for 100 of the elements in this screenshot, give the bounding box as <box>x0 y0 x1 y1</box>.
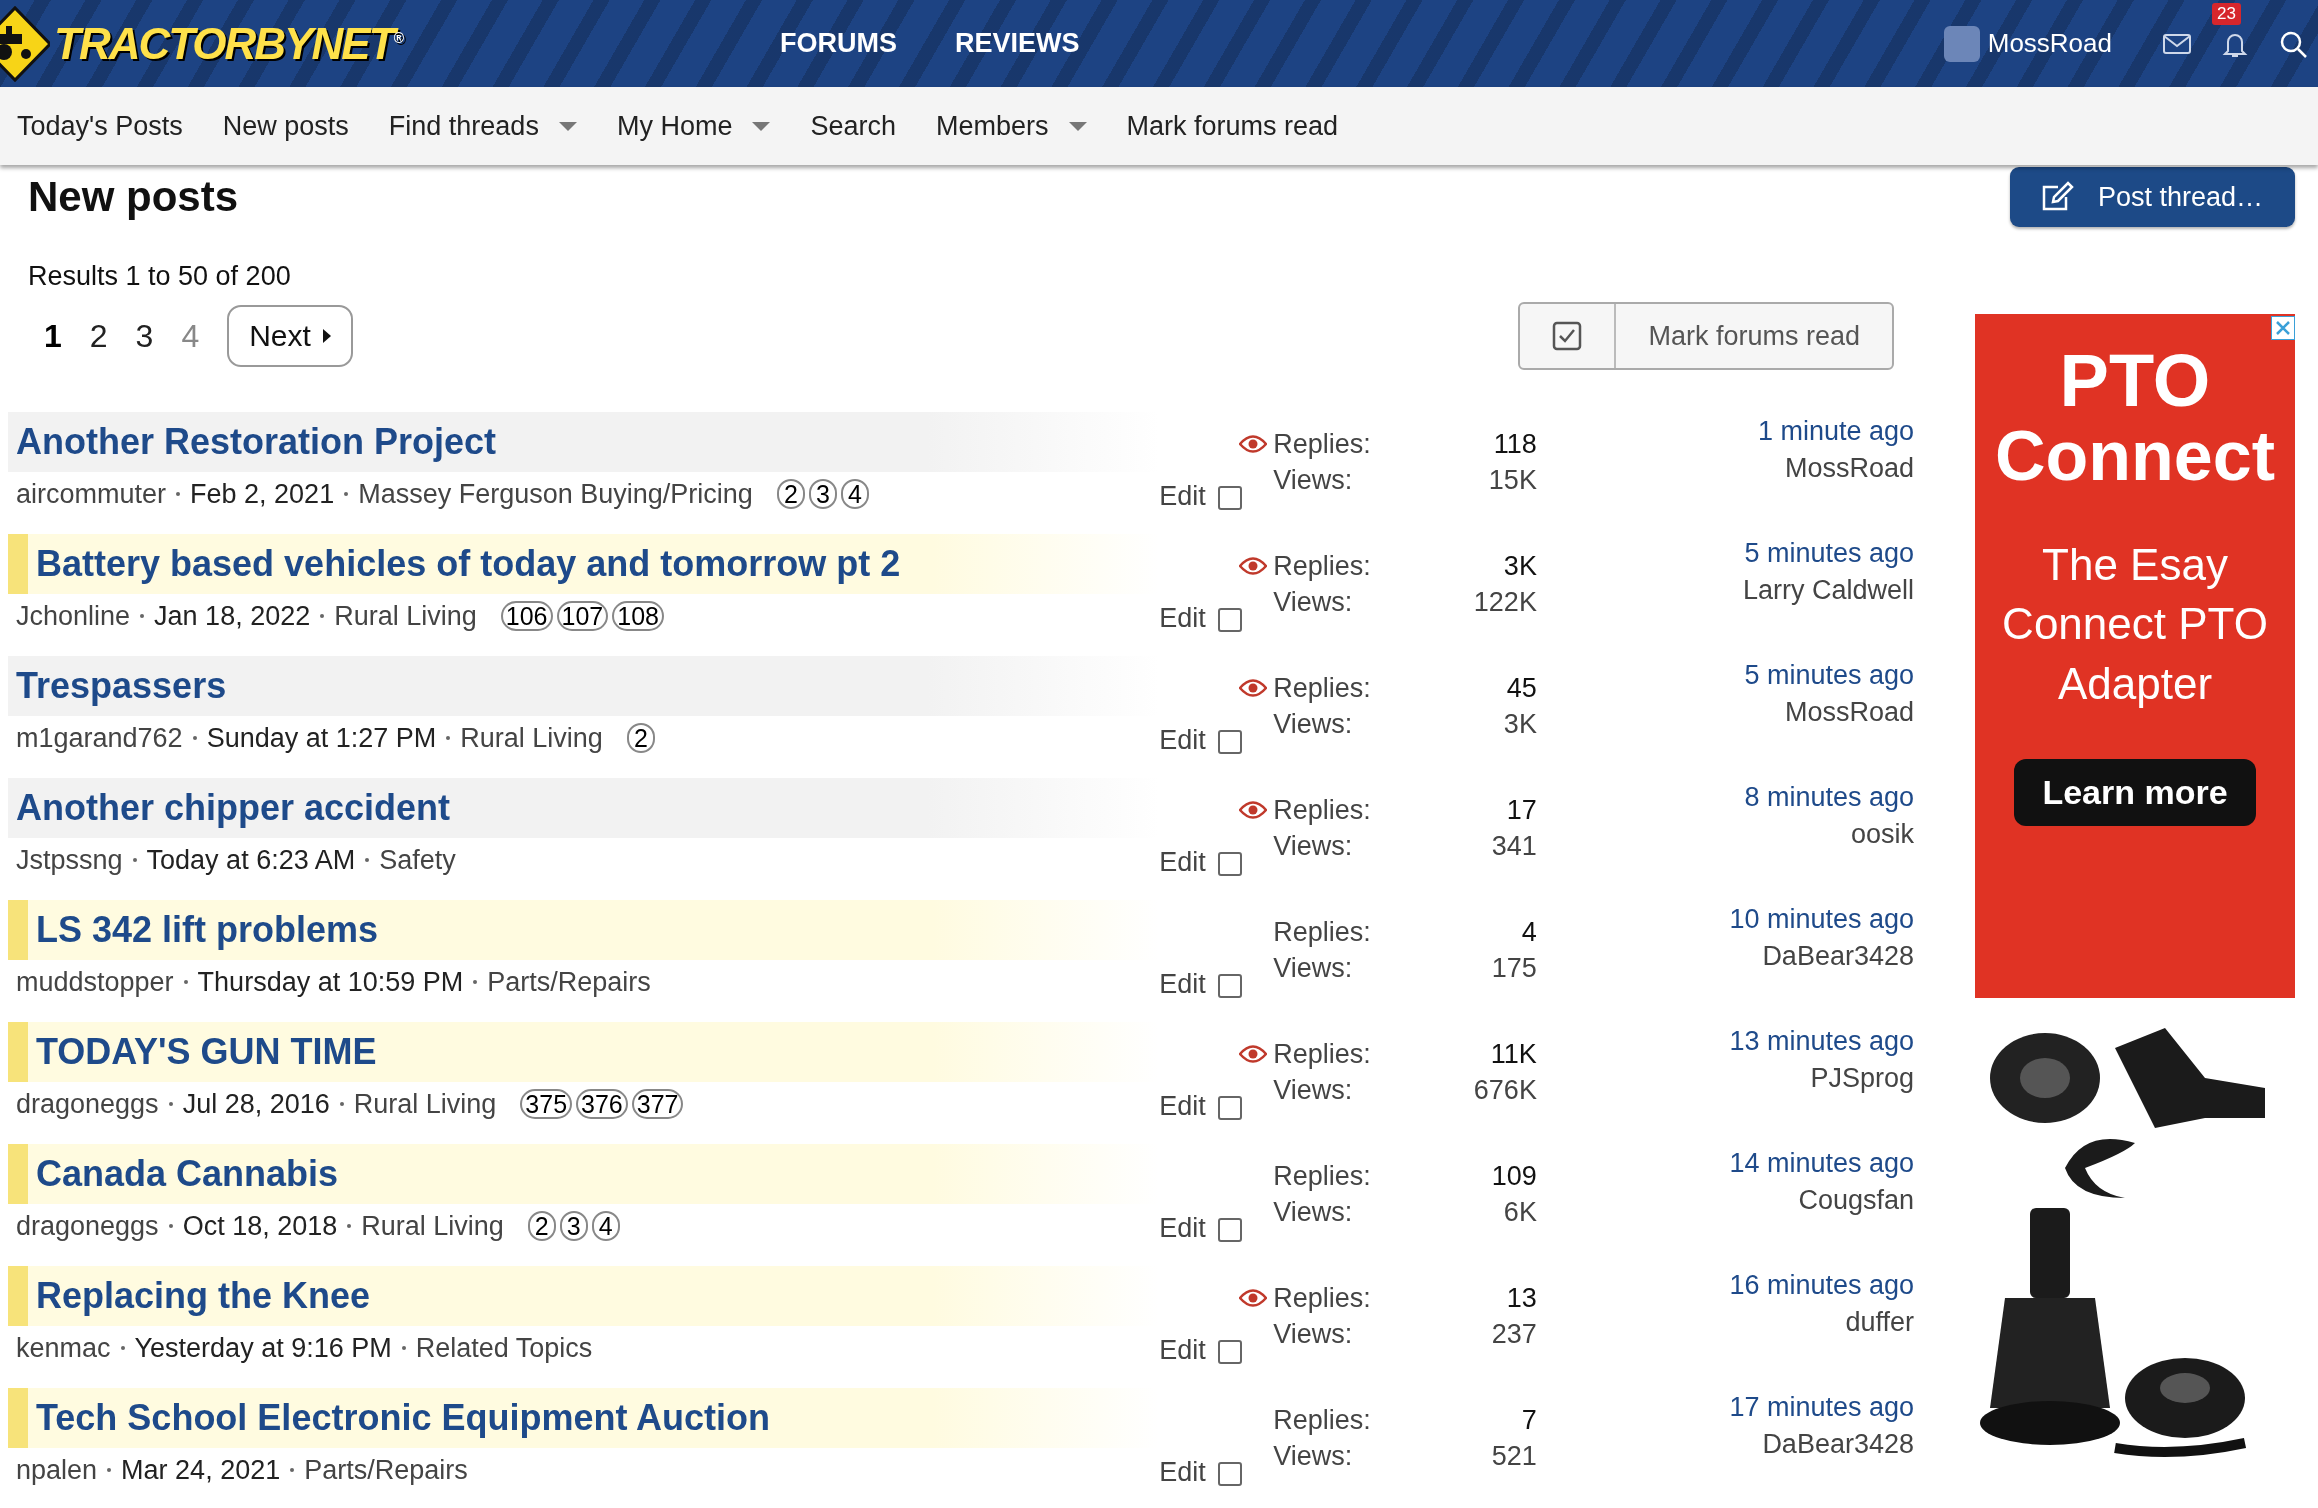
edit-link[interactable]: Edit <box>1159 1457 1206 1488</box>
page-link[interactable]: 4 <box>181 317 200 355</box>
select-checkbox[interactable] <box>1217 730 1242 754</box>
page-link[interactable]: 1 <box>44 317 62 355</box>
author-link[interactable]: dragoneggs <box>16 1088 159 1120</box>
page-jump-link[interactable]: 4 <box>840 479 869 509</box>
tractor-sign-icon[interactable] <box>0 3 50 84</box>
select-checkbox[interactable] <box>1217 1096 1242 1120</box>
select-checkbox[interactable] <box>1217 1218 1242 1242</box>
caret-icon[interactable] <box>1068 121 1087 131</box>
last-poster-link[interactable]: MossRoad <box>1784 453 1914 484</box>
last-post-time-link[interactable]: 16 minutes ago <box>1729 1270 1914 1301</box>
mail-icon[interactable] <box>2162 31 2192 56</box>
subnav-link[interactable]: Members <box>935 110 1049 142</box>
last-post-time-link[interactable]: 17 minutes ago <box>1729 1392 1914 1423</box>
last-post-time-link[interactable]: 5 minutes ago <box>1744 660 1914 691</box>
ad-banner[interactable]: PTO Connect The Esay Connect PTO Adapter Learn more <box>1975 314 2295 998</box>
forum-link[interactable]: Rural Living <box>353 1088 497 1120</box>
author-link[interactable]: Jstpssng <box>16 844 123 876</box>
page-jump-link[interactable]: 4 <box>591 1211 620 1241</box>
forum-link[interactable]: Rural Living <box>460 722 603 754</box>
last-poster-link[interactable]: duffer <box>1845 1307 1914 1338</box>
subnav-link[interactable]: Mark forums read <box>1126 110 1339 142</box>
subnav-link[interactable]: My Home <box>616 110 733 142</box>
last-poster-link[interactable]: Larry Caldwell <box>1742 575 1914 606</box>
page-jump-link[interactable]: 107 <box>556 601 609 631</box>
author-link[interactable]: muddstopper <box>16 966 174 998</box>
forum-link[interactable]: Related Topics <box>415 1332 593 1364</box>
forum-link[interactable]: Parts/Repairs <box>487 966 651 998</box>
last-poster-link[interactable]: oosik <box>1850 819 1914 850</box>
forum-link[interactable]: Rural Living <box>334 600 477 632</box>
nav-link[interactable]: REVIEWS <box>955 28 1080 59</box>
author-link[interactable]: dragoneggs <box>16 1210 159 1242</box>
author-link[interactable]: kenmac <box>16 1332 111 1364</box>
thread-title-link[interactable]: Another chipper accident <box>16 787 451 829</box>
subnav-link[interactable]: Today's Posts <box>17 110 183 142</box>
thread-title-link[interactable]: Canada Cannabis <box>36 1153 339 1195</box>
page-jump-link[interactable]: 106 <box>500 601 553 631</box>
forum-link[interactable]: Massey Ferguson Buying/Pricing <box>358 478 753 510</box>
thread-title-link[interactable]: Another Restoration Project <box>16 421 497 463</box>
last-poster-link[interactable]: MossRoad <box>1784 697 1914 728</box>
page-jump-link[interactable]: 3 <box>559 1211 588 1241</box>
subnav-link[interactable]: Find threads <box>388 110 539 142</box>
edit-link[interactable]: Edit <box>1159 1213 1206 1244</box>
author-link[interactable]: m1garand762 <box>16 722 183 754</box>
page-jump-link[interactable]: 376 <box>576 1089 628 1119</box>
last-poster-link[interactable]: DaBear3428 <box>1762 941 1914 972</box>
last-poster-link[interactable]: DaBear3428 <box>1762 1429 1914 1460</box>
last-post-time-link[interactable]: 1 minute ago <box>1757 416 1914 447</box>
nav-link[interactable]: FORUMS <box>780 28 897 59</box>
close-icon[interactable] <box>2271 316 2295 340</box>
subnav-link[interactable]: Search <box>810 110 896 142</box>
forum-link[interactable]: Rural Living <box>361 1210 504 1242</box>
avatar[interactable] <box>1943 25 1980 62</box>
author-link[interactable]: npalen <box>16 1454 98 1486</box>
forum-link[interactable]: Parts/Repairs <box>304 1454 468 1486</box>
thread-title-link[interactable]: Battery based vehicles of today and tomorrow pt 2 <box>36 543 901 585</box>
edit-link[interactable]: Edit <box>1159 725 1206 756</box>
thread-title-link[interactable]: TODAY'S GUN TIME <box>36 1031 377 1073</box>
page-jump-link[interactable]: 375 <box>520 1089 573 1119</box>
select-checkbox[interactable] <box>1217 1462 1242 1486</box>
edit-link[interactable]: Edit <box>1159 481 1206 512</box>
site-logo[interactable]: TRACTORBYNET$^{®}$ <box>54 18 402 69</box>
edit-link[interactable]: Edit <box>1159 847 1206 878</box>
select-checkbox[interactable] <box>1217 974 1242 998</box>
page-jump-link[interactable]: 2 <box>527 1211 556 1241</box>
edit-link[interactable]: Edit <box>1159 603 1206 634</box>
edit-link[interactable]: Edit <box>1159 1335 1206 1366</box>
post-thread-button[interactable]: Post thread… <box>2009 167 2295 227</box>
last-poster-link[interactable]: PJSprog <box>1810 1063 1914 1094</box>
page-jump-link[interactable]: 3 <box>808 479 837 509</box>
thread-title-link[interactable]: Trespassers <box>16 665 227 707</box>
page-link[interactable]: 2 <box>89 317 108 355</box>
last-post-time-link[interactable]: 14 minutes ago <box>1729 1148 1914 1179</box>
learn-more-button[interactable]: Learn more <box>2014 759 2256 827</box>
thread-title-link[interactable]: Tech School Electronic Equipment Auction <box>36 1397 771 1439</box>
forum-link[interactable]: Safety <box>379 844 456 876</box>
select-checkbox[interactable] <box>1217 852 1242 876</box>
edit-link[interactable]: Edit <box>1159 1091 1206 1122</box>
page-jump-link[interactable]: 377 <box>631 1089 684 1119</box>
caret-icon[interactable] <box>752 121 771 131</box>
page-jump-link[interactable]: 2 <box>626 723 655 753</box>
page-jump-link[interactable]: 108 <box>612 601 664 631</box>
author-link[interactable]: Jchonline <box>16 600 131 632</box>
select-checkbox[interactable] <box>1217 486 1242 510</box>
caret-icon[interactable] <box>558 121 577 131</box>
edit-link[interactable]: Edit <box>1159 969 1206 1000</box>
select-checkbox[interactable] <box>1217 608 1242 632</box>
select-checkbox[interactable] <box>1217 1340 1242 1364</box>
last-poster-link[interactable]: Cougsfan <box>1798 1185 1914 1216</box>
page-link[interactable]: 3 <box>135 317 154 355</box>
last-post-time-link[interactable]: 8 minutes ago <box>1744 782 1914 813</box>
thread-title-link[interactable]: Replacing the Knee <box>36 1275 371 1317</box>
username-link[interactable]: MossRoad <box>1987 28 2112 59</box>
next-button[interactable]: Next <box>227 305 353 367</box>
page-jump-link[interactable]: 2 <box>776 479 805 509</box>
author-link[interactable]: aircommuter <box>16 478 167 510</box>
mark-forums-read-button[interactable]: Mark forums read <box>1518 302 1894 370</box>
thread-title-link[interactable]: LS 342 lift problems <box>36 909 379 951</box>
last-post-time-link[interactable]: 5 minutes ago <box>1744 538 1914 569</box>
